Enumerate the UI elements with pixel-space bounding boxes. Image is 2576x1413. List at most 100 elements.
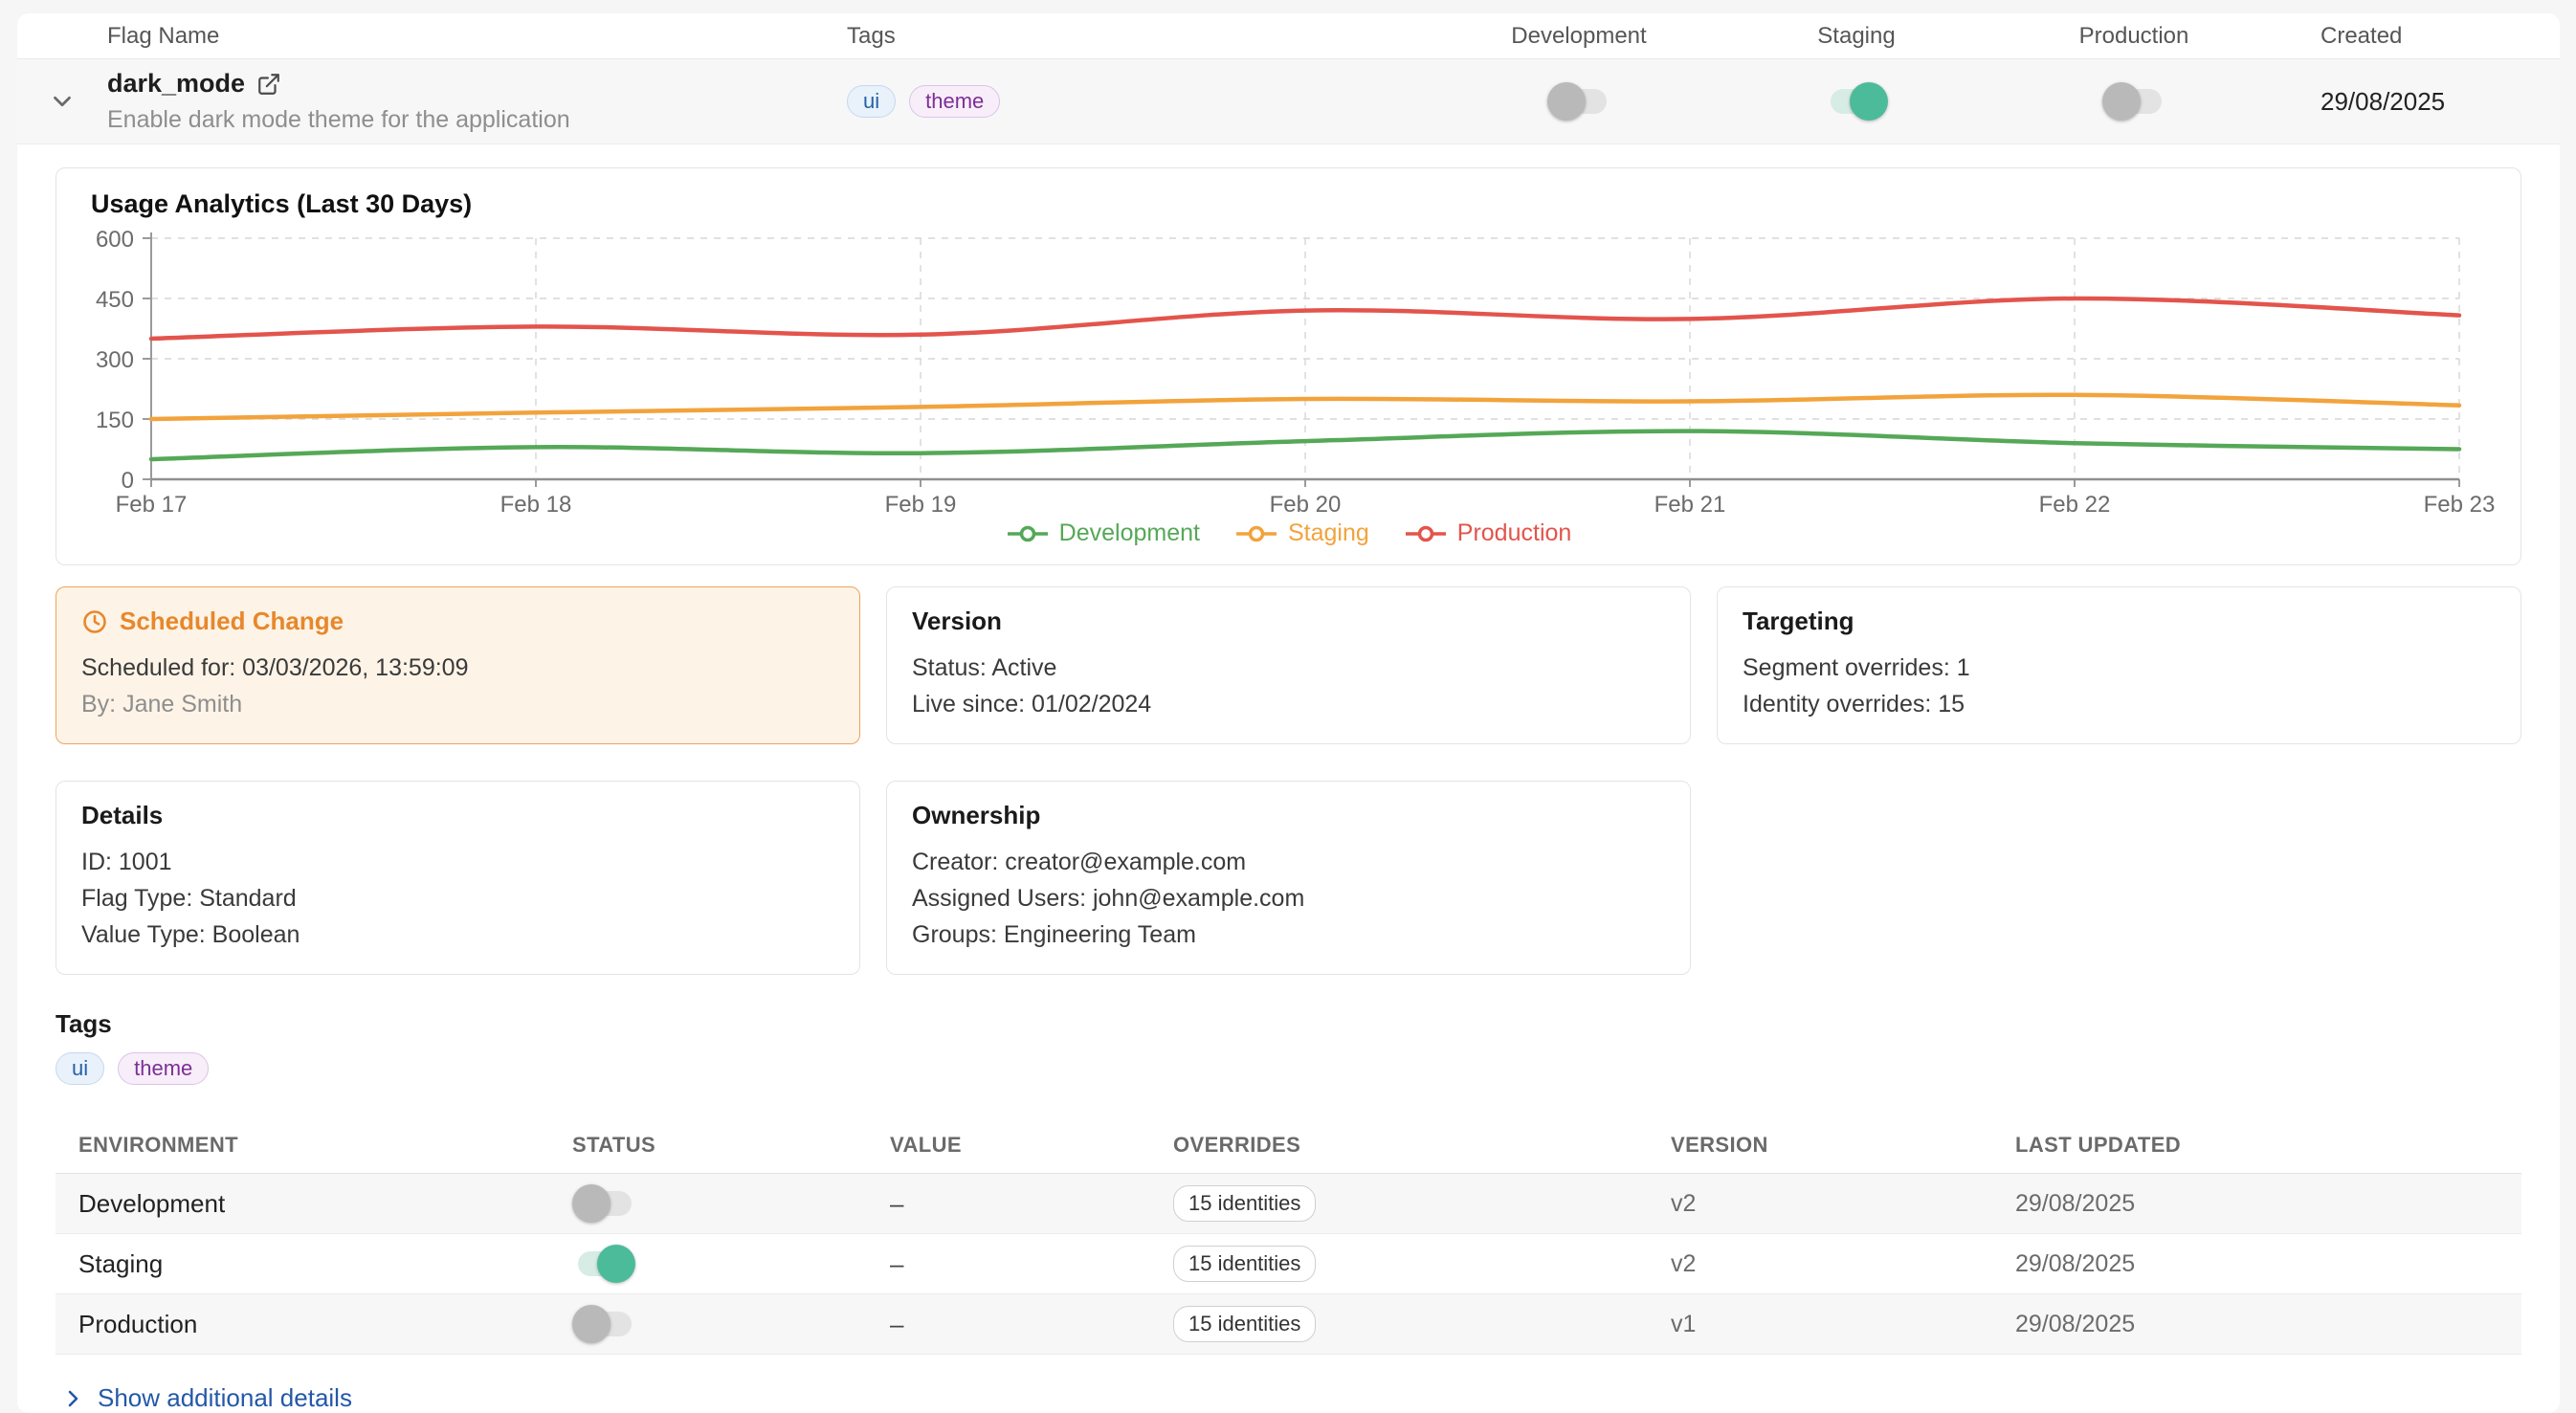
env-name: Development [78,1189,225,1218]
column-header-development: Development [1440,23,1718,50]
env-col-version: VERSION [1663,1123,2008,1174]
svg-text:600: 600 [96,227,134,253]
env-col-last-updated: LAST UPDATED [2008,1123,2521,1174]
show-additional-details-link[interactable]: Show additional details [61,1383,352,1413]
chart-title: Usage Analytics (Last 30 Days) [91,189,2498,219]
env-last-updated: 29/08/2025 [2015,1311,2135,1337]
svg-text:0: 0 [122,468,134,494]
show-additional-details-label: Show additional details [98,1383,352,1413]
overrides-badge[interactable]: 15 identities [1173,1185,1316,1222]
overrides-badge[interactable]: 15 identities [1173,1246,1316,1282]
usage-analytics-card: Usage Analytics (Last 30 Days) 0 150 300 45… [56,167,2521,565]
flag-name: dark_mode [107,69,245,99]
svg-text:450: 450 [96,287,134,313]
scheduled-change-card: Scheduled Change Scheduled for: 03/03/20… [56,586,860,744]
flag-row: dark_mode Enable dark mode theme for the… [17,59,2560,144]
production-toggle[interactable] [2102,82,2165,121]
environments-table-header: ENVIRONMENT STATUS VALUE OVERRIDES VERSI… [56,1123,2521,1174]
production-status-toggle[interactable] [572,1305,635,1343]
legend-item-development[interactable]: Development [1006,519,1200,547]
svg-text:Feb 23: Feb 23 [2424,492,2496,514]
staging-toggle[interactable] [1825,82,1888,121]
details-id: ID: 1001 [81,844,834,880]
feature-flag-panel: Flag Name Tags Development Staging Produ… [17,13,2560,1413]
flag-detail-section: Usage Analytics (Last 30 Days) 0 150 300 45… [17,144,2560,1413]
overrides-badge[interactable]: 15 identities [1173,1306,1316,1342]
details-flag-type: Flag Type: Standard [81,880,834,916]
env-name: Production [78,1310,197,1338]
version-status: Status: Active [912,650,1665,686]
column-header-created: Created [2273,23,2560,50]
scheduled-by-text: By: Jane Smith [81,686,834,722]
legend-item-production[interactable]: Production [1404,519,1572,547]
env-value: – [890,1249,903,1278]
tags-section: Tags ui theme [56,1009,2521,1085]
chevron-down-icon[interactable] [48,87,77,116]
scheduled-change-title: Scheduled Change [120,607,344,636]
details-card: Details ID: 1001 Flag Type: Standard Val… [56,781,860,975]
ownership-assigned-users: Assigned Users: john@example.com [912,880,1665,916]
clock-icon [81,608,108,635]
legend-marker-icon [1404,525,1448,542]
flag-created-date: 29/08/2025 [2273,87,2560,117]
tags-section-title: Tags [56,1009,2521,1039]
column-header-flag-name: Flag Name [107,23,847,50]
staging-status-toggle[interactable] [572,1245,635,1283]
svg-text:Feb 17: Feb 17 [116,492,188,514]
chart-legend: Development Staging Production [79,519,2498,547]
flag-table-header: Flag Name Tags Development Staging Produ… [17,13,2560,59]
svg-text:Feb 19: Feb 19 [885,492,957,514]
env-col-value: VALUE [878,1123,1166,1174]
env-row-production: Production – 15 identities v1 29/08/2025 [56,1294,2521,1355]
details-value-type: Value Type: Boolean [81,916,834,953]
usage-chart-svg: 0 150 300 450 600 Feb 17 Feb 18 Feb 19 Feb 20 Feb… [79,227,2498,514]
env-col-status: STATUS [572,1123,878,1174]
env-col-environment: ENVIRONMENT [56,1123,572,1174]
external-link-icon[interactable] [256,72,281,97]
env-last-updated: 29/08/2025 [2015,1250,2135,1277]
svg-text:Feb 20: Feb 20 [1270,492,1342,514]
tag-pill-ui: ui [847,85,896,118]
legend-marker-icon [1006,525,1050,542]
targeting-card: Targeting Segment overrides: 1 Identity … [1717,586,2521,744]
svg-text:Feb 18: Feb 18 [500,492,572,514]
details-card-title: Details [81,801,834,830]
scheduled-for-text: Scheduled for: 03/03/2026, 13:59:09 [81,650,834,686]
env-row-development: Development – 15 identities v2 29/08/202… [56,1174,2521,1234]
env-value: – [890,1310,903,1338]
column-header-tags: Tags [847,23,1440,50]
info-cards-grid: Scheduled Change Scheduled for: 03/03/20… [56,586,2521,975]
env-version: v2 [1671,1190,1696,1217]
env-col-overrides: OVERRIDES [1166,1123,1663,1174]
column-header-staging: Staging [1718,23,1995,50]
chevron-right-icon [61,1387,84,1410]
version-card: Version Status: Active Live since: 01/02… [886,586,1691,744]
flag-description: Enable dark mode theme for the applicati… [107,106,847,134]
column-header-production: Production [1995,23,2273,50]
legend-item-staging[interactable]: Staging [1234,519,1369,547]
legend-marker-icon [1234,525,1278,542]
env-value: – [890,1189,903,1218]
env-last-updated: 29/08/2025 [2015,1190,2135,1217]
env-name: Staging [78,1249,163,1278]
tag-pill-ui: ui [56,1052,104,1085]
tag-pill-theme: theme [118,1052,209,1085]
version-live-since: Live since: 01/02/2024 [912,686,1665,722]
ownership-groups: Groups: Engineering Team [912,916,1665,953]
svg-text:300: 300 [96,347,134,373]
svg-text:150: 150 [96,408,134,433]
env-version: v1 [1671,1311,1696,1337]
env-row-staging: Staging – 15 identities v2 29/08/2025 [56,1234,2521,1294]
env-version: v2 [1671,1250,1696,1277]
ownership-creator: Creator: creator@example.com [912,844,1665,880]
version-card-title: Version [912,607,1665,636]
svg-text:Feb 22: Feb 22 [2039,492,2111,514]
development-status-toggle[interactable] [572,1184,635,1223]
targeting-card-title: Targeting [1743,607,2496,636]
svg-text:Feb 21: Feb 21 [1654,492,1726,514]
tag-pill-theme: theme [909,85,1000,118]
development-toggle[interactable] [1547,82,1610,121]
ownership-card-title: Ownership [912,801,1665,830]
identity-overrides: Identity overrides: 15 [1743,686,2496,722]
ownership-card: Ownership Creator: creator@example.com A… [886,781,1691,975]
